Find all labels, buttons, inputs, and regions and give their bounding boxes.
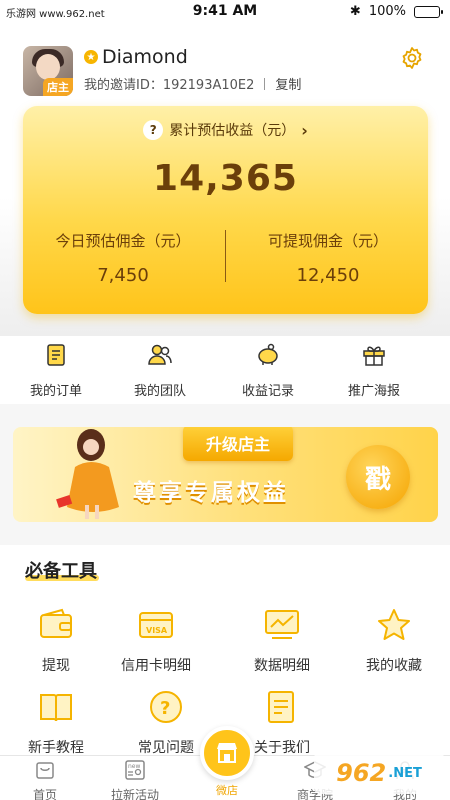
banner-stamp-button[interactable]: 戳 bbox=[346, 445, 410, 509]
banner-slogan: 尊享专属权益 bbox=[133, 480, 289, 506]
tab-label: 首页 bbox=[32, 788, 57, 800]
battery-icon bbox=[414, 5, 443, 18]
tab-store-label: 微店 bbox=[216, 784, 238, 797]
withdrawable-commission: 可提现佣金（元） 12,450 bbox=[228, 230, 428, 286]
user-name-row: ★ Diamond bbox=[84, 46, 188, 68]
earnings-title-row[interactable]: ? 累计预估收益（元） › bbox=[23, 120, 428, 140]
tab-activity[interactable]: new 拉新活动 bbox=[90, 759, 180, 800]
tool-label: 新手教程 bbox=[28, 740, 84, 755]
upgrade-banner[interactable]: 升级店主 尊享专属权益 戳 bbox=[13, 427, 438, 522]
star-badge-icon: ★ bbox=[84, 50, 98, 64]
team-icon bbox=[148, 344, 172, 365]
invite-id: 我的邀请ID：192193A10E2 bbox=[84, 78, 255, 93]
new-user-icon: new bbox=[125, 760, 145, 780]
quick-action-earnings-record[interactable]: 收益记录 bbox=[212, 342, 324, 399]
piggy-bank-icon bbox=[258, 343, 278, 365]
withdrawable-label: 可提现佣金（元） bbox=[267, 232, 388, 250]
svg-text:VISA: VISA bbox=[146, 626, 168, 635]
tools-section: 必备工具 提现 VISA 信用卡明细 数据明细 我的收藏 新手教程 ? 常见问题… bbox=[0, 545, 450, 755]
document-icon bbox=[268, 691, 294, 723]
question-icon[interactable]: ? bbox=[143, 120, 164, 140]
user-name: Diamond bbox=[102, 46, 188, 68]
status-right: ✱ 100% bbox=[349, 4, 443, 19]
chevron-right-icon: › bbox=[301, 120, 308, 140]
tool-label: 信用卡明细 bbox=[121, 658, 191, 674]
watermark-net: .NET bbox=[388, 765, 422, 781]
quick-action-label: 推广海报 bbox=[347, 384, 400, 399]
tool-credit-card[interactable]: VISA 信用卡明细 bbox=[100, 607, 212, 675]
section-title: 必备工具 bbox=[25, 561, 97, 582]
order-icon bbox=[47, 344, 65, 366]
profile-header: 店主 ★ Diamond 我的邀请ID：192193A10E2 复制 ? 累计预… bbox=[0, 26, 450, 336]
tool-label: 我的收藏 bbox=[366, 658, 422, 674]
today-commission-label: 今日预估佣金（元） bbox=[55, 232, 191, 250]
watermark-brand: 962 bbox=[336, 759, 387, 787]
avatar[interactable]: 店主 bbox=[23, 46, 73, 96]
tool-label: 提现 bbox=[42, 658, 70, 674]
battery-percent: 100% bbox=[368, 4, 406, 19]
earnings-card: ? 累计预估收益（元） › 14,365 今日预估佣金（元） 7,450 可提现… bbox=[23, 106, 428, 314]
tool-favorites[interactable]: 我的收藏 bbox=[338, 607, 450, 675]
divider bbox=[225, 230, 226, 282]
tab-label: 拉新活动 bbox=[110, 788, 159, 800]
quick-action-label: 我的团队 bbox=[133, 384, 186, 399]
divider bbox=[264, 77, 266, 90]
earnings-total: 14,365 bbox=[153, 158, 298, 199]
visa-card-icon: VISA bbox=[139, 612, 173, 638]
book-icon bbox=[40, 694, 72, 722]
invite-row: 我的邀请ID：192193A10E2 复制 bbox=[84, 74, 301, 93]
tool-label: 数据明细 bbox=[254, 658, 310, 674]
gear-icon[interactable] bbox=[400, 46, 424, 70]
quick-action-poster[interactable]: 推广海报 bbox=[318, 342, 430, 399]
quick-action-team[interactable]: 我的团队 bbox=[104, 342, 216, 399]
today-commission-value: 7,450 bbox=[97, 265, 149, 286]
quick-action-orders[interactable]: 我的订单 bbox=[0, 342, 112, 399]
store-icon bbox=[217, 743, 237, 763]
tool-data[interactable]: 数据明细 bbox=[226, 607, 338, 675]
copy-button[interactable]: 复制 bbox=[275, 74, 301, 93]
wallet-icon bbox=[40, 608, 72, 638]
quick-action-label: 收益记录 bbox=[241, 384, 294, 399]
withdrawable-value: 12,450 bbox=[296, 265, 360, 286]
star-icon bbox=[378, 609, 410, 640]
status-bar: 乐游网 www.962.net 9:41 AM ✱ 100% bbox=[0, 0, 450, 26]
tab-home[interactable]: 首页 bbox=[0, 759, 90, 800]
tool-withdraw[interactable]: 提现 bbox=[0, 607, 112, 675]
earnings-title: 累计预估收益（元） bbox=[169, 123, 296, 139]
gift-icon bbox=[363, 346, 385, 366]
quick-actions: 我的订单 我的团队 收益记录 推广海报 bbox=[0, 336, 450, 404]
bluetooth-icon: ✱ bbox=[349, 4, 361, 19]
tool-tutorial[interactable]: 新手教程 bbox=[0, 689, 112, 755]
bag-icon bbox=[36, 762, 54, 779]
line-chart-icon bbox=[265, 610, 299, 639]
girl-illustration bbox=[56, 429, 119, 519]
question-icon: ? bbox=[150, 691, 182, 723]
svg-text:?: ? bbox=[160, 698, 170, 719]
site-watermark: 962 .NET bbox=[314, 752, 444, 794]
tab-store[interactable] bbox=[200, 726, 254, 780]
quick-action-label: 我的订单 bbox=[29, 384, 82, 399]
upgrade-ribbon: 升级店主 bbox=[183, 427, 293, 461]
today-commission: 今日预估佣金（元） 7,450 bbox=[23, 230, 223, 286]
avatar-role-tag: 店主 bbox=[43, 78, 73, 96]
